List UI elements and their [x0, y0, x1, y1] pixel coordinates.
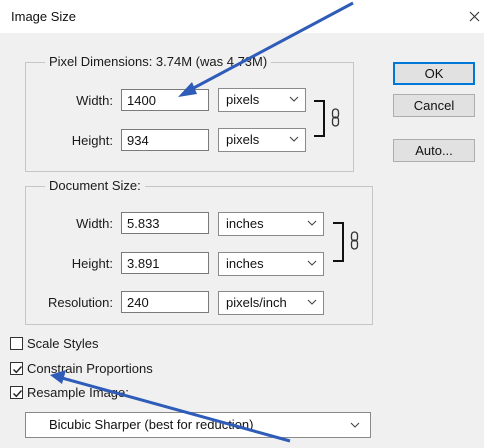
chevron-down-icon	[289, 96, 299, 102]
pixel-height-input[interactable]	[121, 129, 209, 151]
close-icon	[469, 11, 480, 22]
resolution-label: Resolution:	[47, 295, 113, 310]
pixel-dimensions-legend: Pixel Dimensions: 3.74M (was 4.73M)	[45, 54, 272, 69]
resolution-input[interactable]	[121, 291, 209, 313]
chevron-down-icon	[289, 136, 299, 142]
document-height-unit-select[interactable]: inches	[218, 252, 324, 276]
scale-styles-label: Scale Styles	[27, 336, 99, 351]
resample-image-checkbox[interactable]	[10, 386, 23, 399]
document-width-unit-value: inches	[226, 216, 264, 231]
chevron-down-icon	[307, 299, 317, 305]
pixel-width-label: Width:	[76, 93, 113, 108]
resample-method-select[interactable]: Bicubic Sharper (best for reduction)	[25, 412, 371, 438]
window-title: Image Size	[11, 9, 77, 24]
checkmark-icon	[13, 366, 23, 374]
chain-link-icon	[350, 231, 359, 250]
constrain-proportions-label: Constrain Proportions	[27, 361, 153, 376]
pixel-width-unit-select[interactable]: pixels	[218, 88, 306, 112]
ok-button[interactable]: OK	[393, 62, 475, 85]
constrain-proportions-checkbox[interactable]	[10, 362, 23, 375]
pixel-width-input[interactable]	[121, 89, 209, 111]
document-width-input[interactable]	[121, 212, 209, 234]
document-width-label: Width:	[76, 216, 113, 231]
chevron-down-icon	[307, 220, 317, 226]
resolution-unit-select[interactable]: pixels/inch	[218, 291, 324, 315]
pixel-width-unit-value: pixels	[226, 92, 260, 107]
chevron-down-icon	[307, 260, 317, 266]
auto-button[interactable]: Auto...	[393, 139, 475, 162]
cancel-button[interactable]: Cancel	[393, 94, 475, 117]
document-height-label: Height:	[71, 256, 113, 271]
checkmark-icon	[13, 390, 23, 398]
pixel-height-label: Height:	[71, 133, 113, 148]
title-bar: Image Size	[0, 0, 484, 33]
scale-styles-checkbox[interactable]	[10, 337, 23, 350]
resample-method-value: Bicubic Sharper (best for reduction)	[49, 417, 254, 432]
close-button[interactable]	[466, 4, 484, 28]
pixel-dimensions-group	[25, 62, 354, 172]
chevron-down-icon	[350, 422, 360, 428]
image-size-dialog: Image Size Pixel Dimensions: 3.74M (was …	[0, 0, 484, 448]
resample-image-label: Resample Image:	[27, 385, 129, 400]
pixel-height-unit-value: pixels	[226, 132, 260, 147]
document-height-unit-value: inches	[226, 256, 264, 271]
resolution-unit-value: pixels/inch	[226, 295, 287, 310]
pixel-height-unit-select[interactable]: pixels	[218, 128, 306, 152]
chain-link-icon	[331, 108, 340, 127]
document-width-unit-select[interactable]: inches	[218, 212, 324, 236]
document-size-legend: Document Size:	[45, 178, 145, 193]
document-height-input[interactable]	[121, 252, 209, 274]
